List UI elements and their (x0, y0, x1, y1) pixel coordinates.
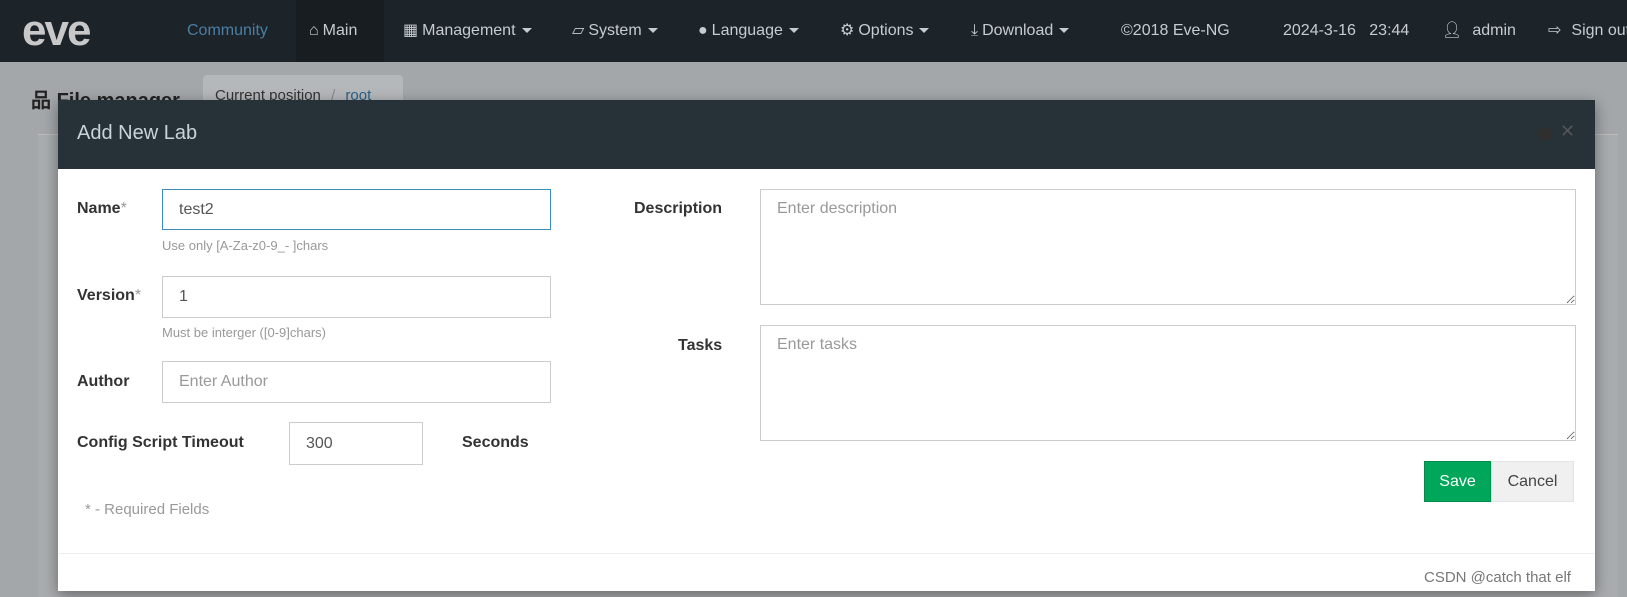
description-input[interactable] (760, 189, 1576, 305)
required-asterisk: * (120, 200, 127, 217)
tasks-input[interactable] (760, 325, 1576, 441)
version-help: Must be interger ([0-9]chars) (162, 325, 327, 340)
version-label: Version* (77, 287, 141, 305)
nav-label: Download (982, 22, 1054, 39)
caret-down-icon (647, 28, 658, 34)
nav-main-label: Main (322, 22, 358, 39)
download-icon: ⤓ (971, 22, 979, 39)
timeout-unit: Seconds (462, 434, 529, 451)
caret-down-icon (1059, 28, 1070, 34)
nav-system[interactable]: ▱ System (572, 0, 658, 62)
author-input[interactable] (162, 361, 551, 403)
globe-icon: ● (698, 22, 708, 39)
user-name: admin (1472, 22, 1516, 39)
add-lab-modal: Add New Lab ✕ Name* Use only [A-Za-z0-9_… (58, 100, 1595, 591)
description-label: Description (634, 200, 723, 217)
timeout-input[interactable] (289, 422, 423, 465)
caret-down-icon (919, 28, 930, 34)
datetime: 2024-3-16 23:44 (1283, 22, 1410, 39)
sign-out-icon: ⇨ (1548, 22, 1562, 39)
eve-logo[interactable]: eve (22, 8, 91, 54)
caret-down-icon (788, 28, 799, 34)
required-asterisk: * (134, 287, 142, 304)
version-label-text: Version (77, 287, 135, 304)
name-input[interactable] (162, 189, 551, 230)
modal-header: Add New Lab ✕ (58, 100, 1595, 169)
modal-status-icon (1538, 127, 1552, 141)
name-label: Name* (77, 200, 127, 218)
nav-management[interactable]: ▦ Management (403, 0, 532, 62)
watermark: CSDN @catch that elf (1424, 569, 1571, 586)
close-icon[interactable]: ✕ (1560, 121, 1575, 142)
name-label-text: Name (77, 200, 121, 217)
grid-icon: ▦ (403, 22, 419, 39)
sign-out-link[interactable]: ⇨ Sign out (1548, 0, 1627, 62)
version-input[interactable] (162, 276, 551, 318)
timeout-label: Config Script Timeout (77, 434, 244, 451)
cancel-button[interactable]: Cancel (1491, 461, 1574, 502)
user-menu[interactable]: 👤︎ admin (1442, 0, 1516, 62)
nav-download[interactable]: ⤓ Download (971, 0, 1070, 62)
nav-main[interactable]: ⌂ Main (296, 0, 384, 62)
nav-community[interactable]: Community (187, 0, 268, 62)
nav-label: Management (422, 22, 516, 39)
caret-down-icon (521, 28, 532, 34)
gear-icon: ⚙ (840, 22, 855, 39)
save-button[interactable]: Save (1424, 461, 1491, 502)
nav-options[interactable]: ⚙ Options (840, 0, 930, 62)
book-icon: ▱ (572, 22, 585, 39)
copyright: ©2018 Eve-NG (1121, 22, 1230, 39)
user-icon: 👤︎ (1442, 22, 1463, 39)
required-note: * - Required Fields (85, 501, 210, 518)
nav-label: Language (711, 22, 783, 39)
nav-label: Options (858, 22, 914, 39)
home-icon: ⌂ (309, 22, 319, 39)
sign-out-label: Sign out (1571, 22, 1627, 39)
navbar: eve Community ⌂ Main ▦ Management ▱ System … (0, 0, 1627, 62)
author-label: Author (77, 373, 130, 390)
name-help: Use only [A-Za-z0-9_- ]chars (162, 238, 329, 253)
modal-footer-divider (58, 553, 1595, 554)
tasks-label: Tasks (678, 337, 723, 354)
modal-title: Add New Lab (77, 122, 198, 144)
nav-language[interactable]: ● Language (698, 0, 799, 62)
nav-label: System (588, 22, 642, 39)
sitemap-icon: 品 (31, 90, 51, 112)
